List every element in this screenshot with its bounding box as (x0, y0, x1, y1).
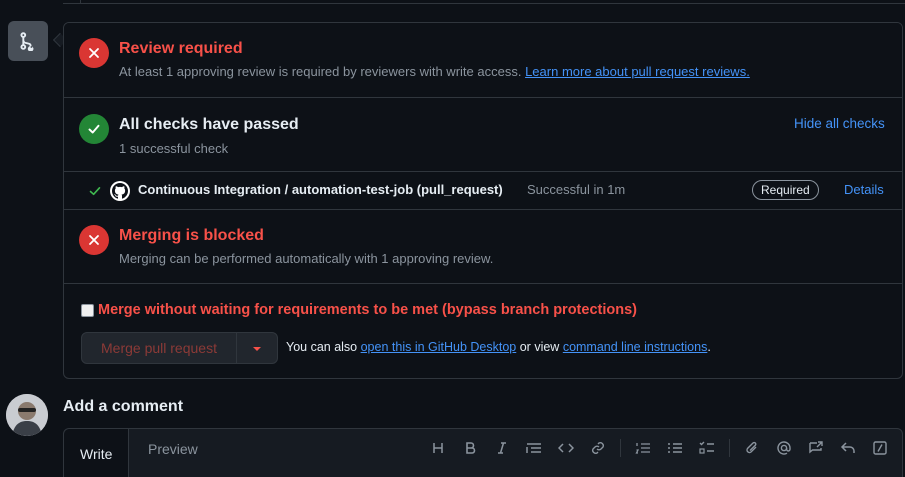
check-circle-icon (79, 114, 109, 144)
x-circle-icon (79, 38, 109, 68)
bypass-checkbox[interactable] (81, 303, 94, 317)
quote-icon[interactable] (518, 437, 550, 459)
review-title: Review required (119, 40, 243, 57)
tab-preview[interactable]: Preview (132, 429, 214, 469)
toolbar-separator (729, 439, 730, 457)
triangle-down-icon (252, 339, 262, 357)
add-comment-heading: Add a comment (63, 398, 184, 415)
blocked-title: Merging is blocked (119, 227, 264, 244)
ordered-list-icon[interactable] (627, 437, 659, 459)
learn-more-link[interactable]: Learn more about pull request reviews. (525, 64, 750, 79)
check-icon (89, 184, 101, 202)
hide-all-checks-button[interactable]: Hide all checks (794, 116, 885, 131)
review-required-section: Review required At least 1 approving rev… (64, 23, 902, 98)
git-merge-icon (8, 21, 48, 61)
bold-icon[interactable] (454, 437, 486, 459)
hint-mid: or view (519, 340, 560, 354)
italic-icon[interactable] (486, 437, 518, 459)
code-icon[interactable] (550, 437, 582, 459)
hint-prefix: You can also (286, 340, 358, 354)
merge-actions-section: Merge without waiting for requirements t… (64, 284, 902, 378)
review-subtitle-text: At least 1 approving review is required … (119, 64, 522, 79)
merge-pull-request-button[interactable]: Merge pull request (82, 333, 237, 363)
check-job-name: Continuous Integration / automation-test… (138, 182, 503, 197)
bypass-row: Merge without waiting for requirements t… (81, 302, 637, 318)
checks-title: All checks have passed (119, 116, 299, 133)
avatar[interactable] (6, 394, 48, 436)
toolbar-separator (620, 439, 621, 457)
merge-button-group: Merge pull request (81, 332, 278, 364)
details-link[interactable]: Details (844, 182, 884, 197)
merge-hint: You can also open this in GitHub Desktop… (286, 340, 711, 354)
timeline-divider (63, 0, 905, 4)
blocked-subtitle: Merging can be performed automatically w… (119, 251, 494, 266)
reply-icon[interactable] (832, 437, 864, 459)
merge-method-dropdown[interactable] (237, 333, 277, 363)
github-logo-icon (110, 181, 130, 201)
x-circle-icon (79, 225, 109, 255)
timeline-tick (80, 0, 81, 4)
unordered-list-icon[interactable] (659, 437, 691, 459)
review-subtitle: At least 1 approving review is required … (119, 64, 750, 79)
open-github-desktop-link[interactable]: open this in GitHub Desktop (361, 340, 517, 354)
bypass-label[interactable]: Merge without waiting for requirements t… (98, 302, 637, 318)
markdown-toolbar (422, 437, 896, 459)
reference-icon[interactable] (800, 437, 832, 459)
checks-subtitle: 1 successful check (119, 141, 229, 156)
merge-blocked-section: Merging is blocked Merging can be perfor… (64, 210, 902, 284)
attach-icon[interactable] (736, 437, 768, 459)
command-line-instructions-link[interactable]: command line instructions (563, 340, 708, 354)
comment-editor: Write Preview (63, 428, 903, 477)
slash-command-icon[interactable] (864, 437, 896, 459)
mention-icon[interactable] (768, 437, 800, 459)
link-icon[interactable] (582, 437, 614, 459)
tab-write[interactable]: Write (64, 429, 130, 477)
required-badge: Required (752, 180, 819, 200)
check-row: Continuous Integration / automation-test… (64, 172, 902, 210)
heading-icon[interactable] (422, 437, 454, 459)
hint-suffix: . (707, 340, 711, 354)
merge-status-panel: Review required At least 1 approving rev… (63, 22, 903, 379)
checks-section: All checks have passed 1 successful chec… (64, 98, 902, 172)
check-job-status: Successful in 1m (527, 182, 626, 197)
task-list-icon[interactable] (691, 437, 723, 459)
